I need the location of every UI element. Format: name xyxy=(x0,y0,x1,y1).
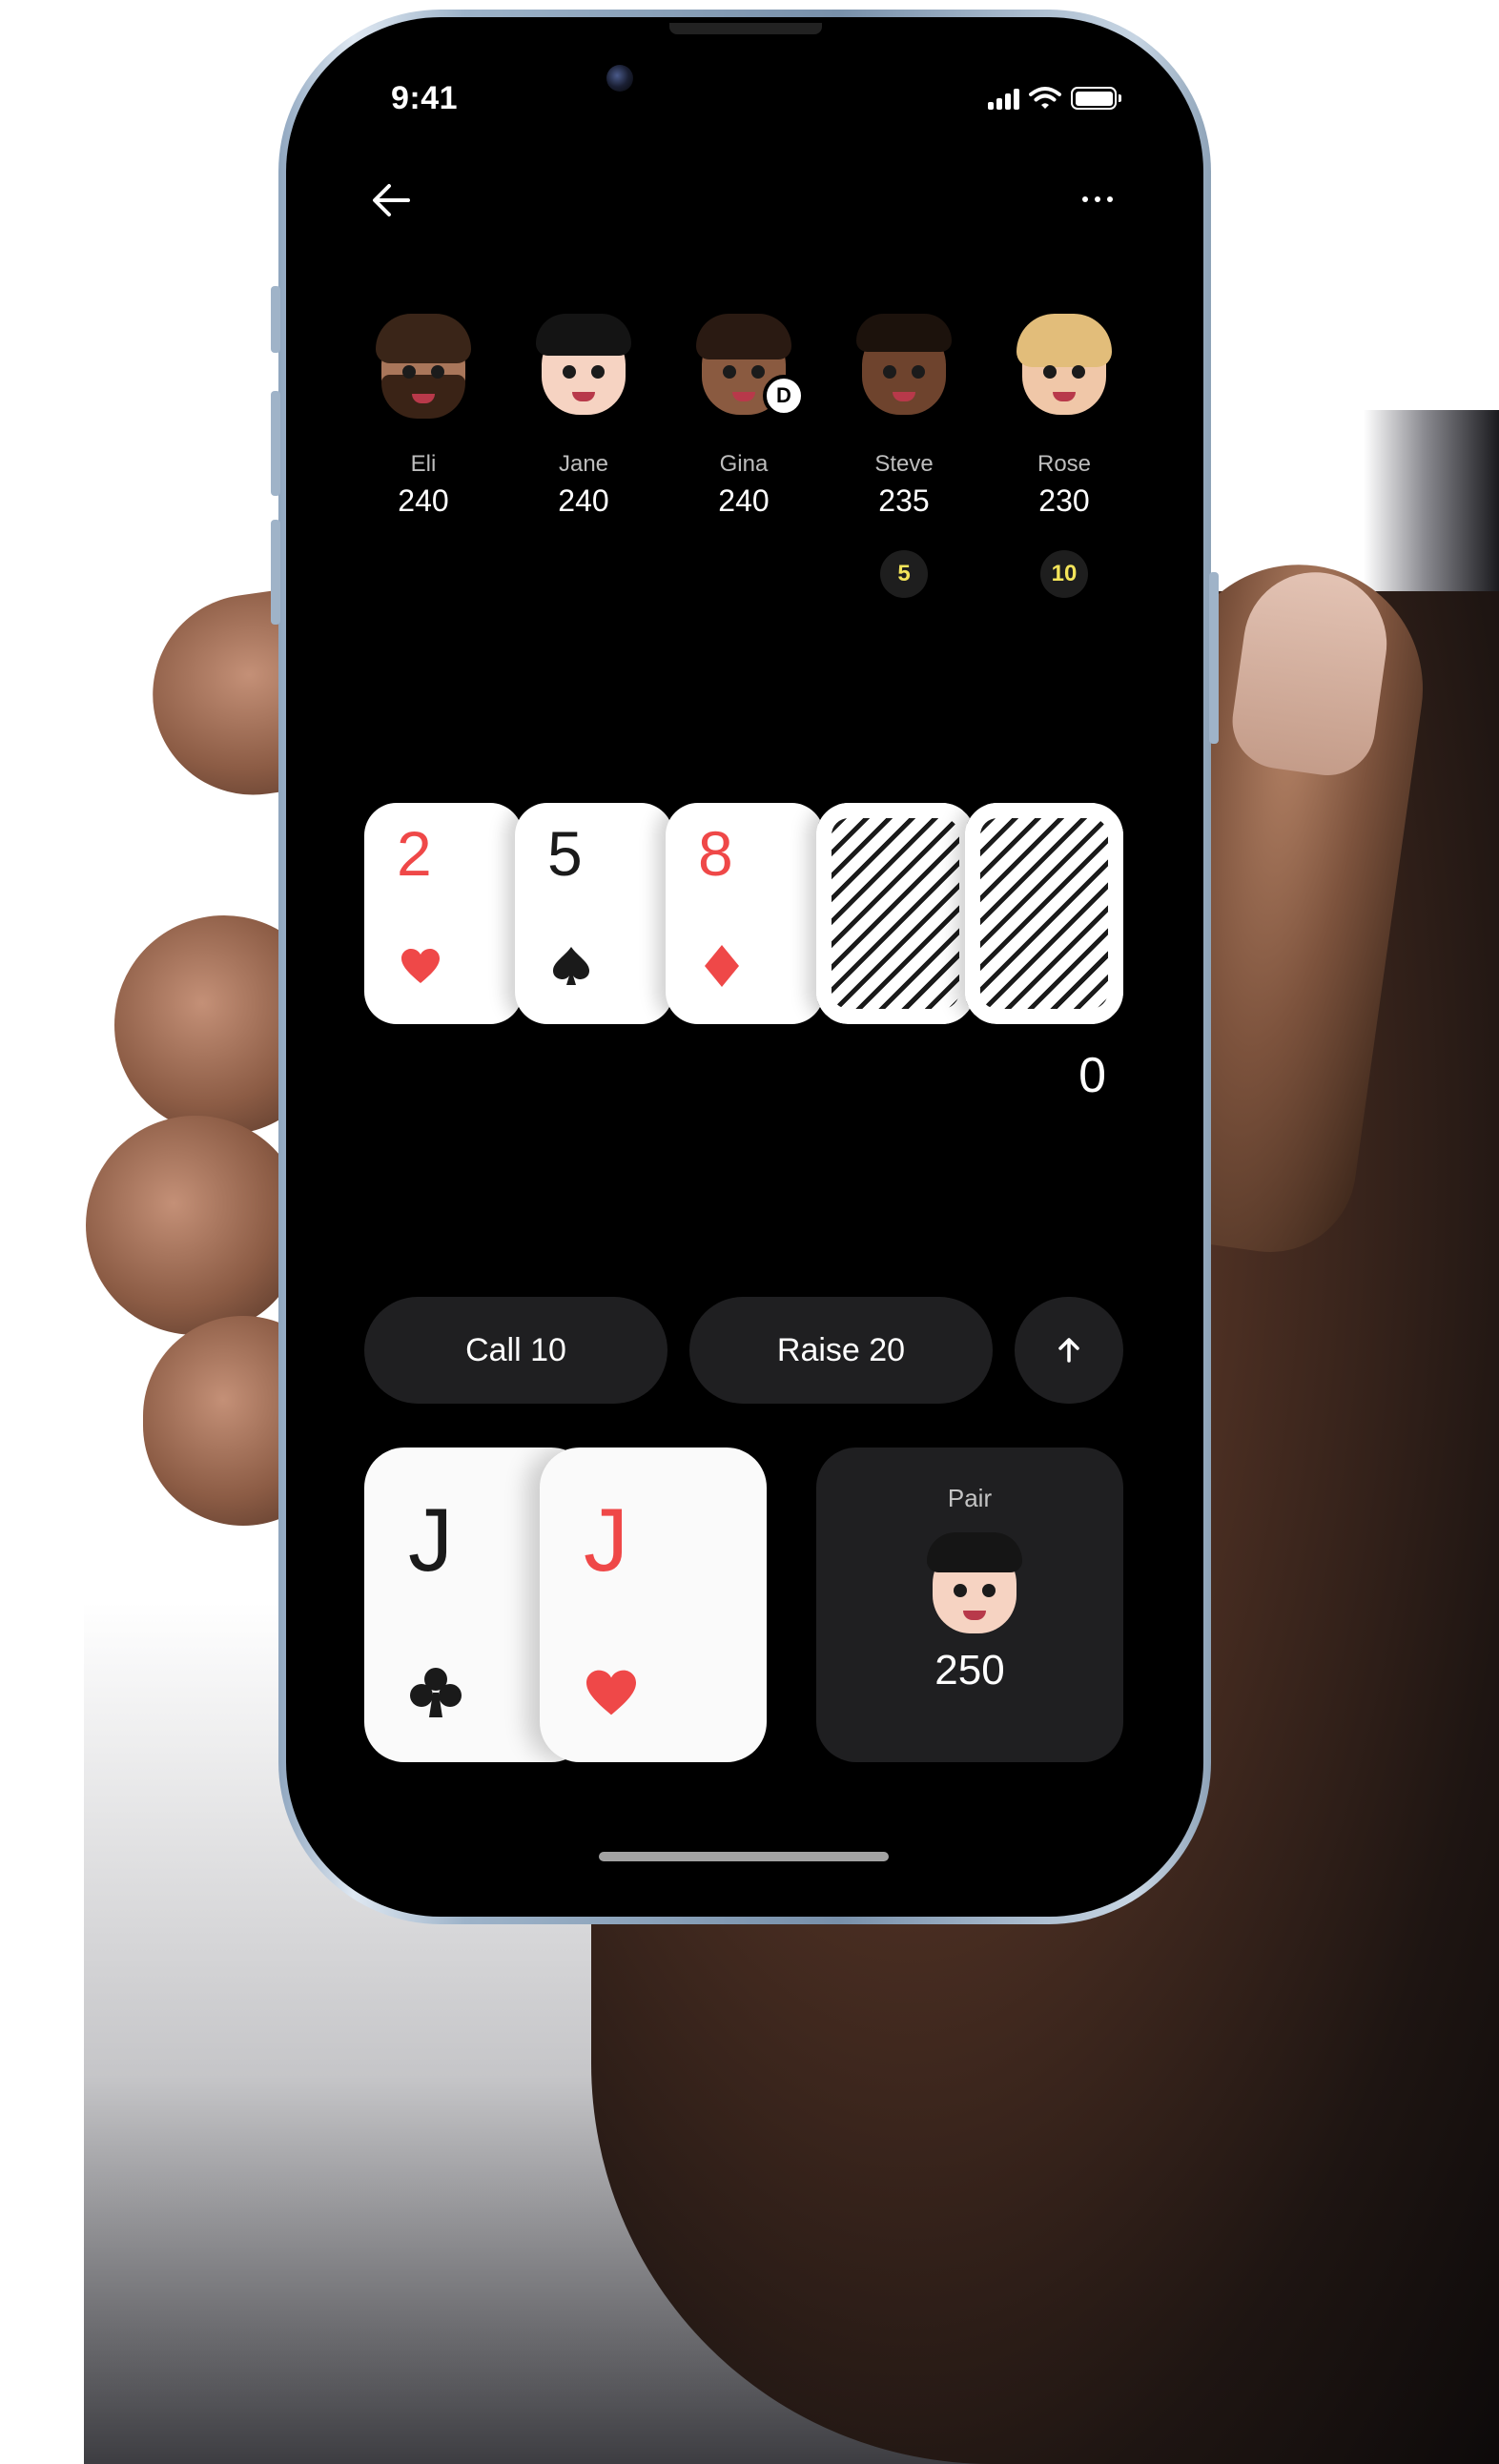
raise-more-button[interactable] xyxy=(1015,1297,1123,1404)
arrow-up-icon xyxy=(1058,1338,1079,1363)
my-avatar xyxy=(917,1529,1022,1633)
more-dot xyxy=(1095,196,1100,202)
card-rank: J xyxy=(584,1489,628,1590)
avatar xyxy=(366,310,481,424)
player-name: Gina xyxy=(719,451,769,477)
status-time: 9:41 xyxy=(391,80,459,116)
board-card-face-down xyxy=(965,803,1123,1024)
player-gina[interactable]: D Gina 240 xyxy=(664,310,824,519)
board-card-face-down xyxy=(816,803,975,1024)
community-cards: 2 5 8 xyxy=(364,803,1123,1024)
my-hand-panel: Pair 250 xyxy=(816,1448,1123,1762)
my-chip-count: 250 xyxy=(934,1647,1005,1694)
status-icons xyxy=(988,84,1121,113)
wifi-icon xyxy=(1029,87,1061,109)
more-options-button[interactable] xyxy=(1074,177,1121,221)
home-indicator[interactable] xyxy=(599,1852,889,1861)
front-camera xyxy=(606,65,633,92)
card-rank: J xyxy=(408,1489,453,1590)
phone-volume-up xyxy=(271,391,280,496)
more-dot xyxy=(1082,196,1088,202)
player-name: Jane xyxy=(558,451,609,477)
pot-amount: 0 xyxy=(1078,1048,1106,1103)
avatar xyxy=(847,310,961,424)
more-dot xyxy=(1107,196,1113,202)
diamond-icon xyxy=(698,942,746,990)
card-rank: 2 xyxy=(397,818,432,889)
battery-icon xyxy=(1071,87,1121,110)
phone-side-button xyxy=(271,286,280,353)
cellular-signal-icon xyxy=(988,87,1019,110)
player-stack: 240 xyxy=(558,483,609,518)
player-rose[interactable]: Rose 230 xyxy=(984,310,1144,519)
hole-card-2[interactable]: J xyxy=(540,1448,767,1762)
spade-icon xyxy=(547,942,595,990)
hand-rank-label: Pair xyxy=(947,1484,993,1512)
bet-chip-rose: 10 xyxy=(1040,550,1088,598)
heart-icon xyxy=(578,1659,645,1726)
bet-chip-steve: 5 xyxy=(880,550,928,598)
player-stack: 240 xyxy=(398,483,449,518)
call-button[interactable]: Call 10 xyxy=(364,1297,667,1404)
board-card-2: 5 xyxy=(515,803,673,1024)
player-name: Eli xyxy=(410,451,437,477)
player-name: Rose xyxy=(1037,451,1092,477)
player-steve[interactable]: Steve 235 xyxy=(824,310,984,519)
card-rank: 8 xyxy=(698,818,733,889)
dealer-badge: D xyxy=(763,375,805,417)
heart-icon xyxy=(397,942,444,990)
back-button[interactable] xyxy=(364,174,418,227)
player-jane[interactable]: Jane 240 xyxy=(503,310,664,519)
player-name: Steve xyxy=(874,451,934,477)
card-rank: 5 xyxy=(547,818,583,889)
board-card-3: 8 xyxy=(666,803,824,1024)
raise-button[interactable]: Raise 20 xyxy=(689,1297,993,1404)
player-stack: 240 xyxy=(718,483,770,518)
earpiece-speaker xyxy=(669,23,822,34)
hand-finger-3 xyxy=(86,1116,305,1335)
avatar xyxy=(1007,310,1121,424)
phone-volume-down xyxy=(271,520,280,625)
player-eli[interactable]: Eli 240 xyxy=(343,310,503,519)
phone-power-button xyxy=(1209,572,1219,744)
players-row: Eli 240 Jane 240 D Gina 240 Steve 235 Ro… xyxy=(343,310,1144,606)
board-card-1: 2 xyxy=(364,803,523,1024)
arrow-left-icon xyxy=(373,184,410,216)
avatar xyxy=(526,310,641,424)
player-stack: 235 xyxy=(878,483,930,518)
avatar: D xyxy=(687,310,805,424)
player-stack: 230 xyxy=(1038,483,1090,518)
club-icon xyxy=(402,1659,469,1726)
